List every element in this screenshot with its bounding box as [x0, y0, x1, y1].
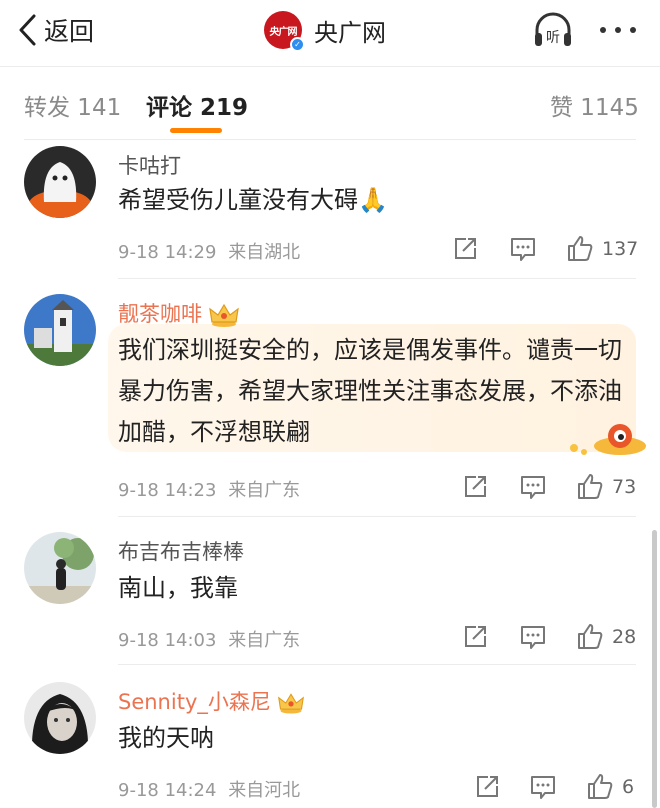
avatar[interactable] — [24, 532, 96, 604]
comment-location: 来自河北 — [228, 780, 301, 801]
top-nav-bar: 返回 央广网 ✓ 央广网 听 — [0, 0, 660, 64]
like-button[interactable] — [586, 772, 614, 804]
comment-location: 来自广东 — [228, 630, 301, 651]
comment-meta: 9-18 14:29 来自湖北 — [118, 238, 300, 264]
tab-reposts[interactable]: 转发 141 — [24, 88, 121, 122]
repost-button[interactable] — [474, 774, 500, 804]
person-tree-avatar — [24, 532, 96, 604]
ghost-pumpkin-avatar — [24, 146, 96, 218]
comment-meta: 9-18 14:03 来自广东 — [118, 626, 300, 652]
comment-text: 我们深圳挺安全的，应该是偶发事件。谴责一切暴力伤害，希望大家理性关注事态发展，不… — [118, 336, 622, 446]
repost-button[interactable] — [462, 474, 488, 504]
page-title: 央广网 — [314, 18, 386, 47]
crown-icon — [277, 693, 304, 714]
comment-username[interactable]: Sennity_小森尼 — [118, 686, 305, 716]
portrait-avatar — [24, 682, 96, 754]
repost-icon — [455, 238, 476, 259]
username-text: Sennity_小森尼 — [118, 690, 271, 714]
like-count: 28 — [612, 626, 637, 648]
like-count: 73 — [612, 476, 637, 498]
like-button[interactable] — [576, 472, 604, 504]
like-count: 137 — [602, 238, 639, 260]
tab-bar: 转发 141 评论 219 赞 1145 — [0, 68, 660, 138]
like-button[interactable] — [576, 622, 604, 654]
more-dot — [615, 27, 621, 33]
comment-location: 来自广东 — [228, 480, 301, 501]
more-dot — [600, 27, 606, 33]
more-button[interactable] — [596, 10, 640, 50]
repost-button[interactable] — [452, 236, 478, 266]
listen-button[interactable]: 听 — [532, 10, 574, 50]
comment-username[interactable]: 布吉布吉棒棒 — [118, 536, 244, 566]
comment-username[interactable]: 靓茶咖啡 — [118, 298, 240, 328]
tabs-divider — [24, 139, 636, 140]
comment-location: 来自湖北 — [228, 242, 301, 263]
crown-icon — [209, 303, 239, 327]
more-dot — [630, 27, 636, 33]
thumbs-up-icon — [578, 624, 603, 649]
comment-text: 南山，我靠 — [118, 574, 238, 602]
back-label: 返回 — [44, 17, 95, 46]
repost-button[interactable] — [462, 624, 488, 654]
bubble-mascot-icon — [570, 424, 646, 455]
avatar[interactable] — [24, 146, 96, 218]
back-button[interactable]: 返回 — [16, 10, 94, 50]
chevron-left-icon — [19, 14, 36, 46]
scrollbar[interactable] — [652, 530, 657, 808]
comment-icon — [511, 238, 535, 261]
username-text: 靓茶咖啡 — [118, 302, 202, 326]
thumbs-up-icon — [588, 774, 613, 799]
header-divider — [0, 66, 660, 67]
comment-divider — [118, 664, 636, 665]
comment-meta: 9-18 14:24 来自河北 — [118, 776, 300, 802]
comment-icon — [521, 626, 545, 649]
comment-text: 希望受伤儿童没有大碍🙏 — [118, 186, 388, 214]
logo-text: 央广网 — [269, 26, 298, 38]
active-tab-indicator — [170, 128, 222, 133]
thumbs-up-icon — [578, 474, 603, 499]
listen-label: 听 — [546, 30, 560, 46]
comment-button[interactable] — [510, 236, 536, 266]
comment-time: 9-18 14:23 — [118, 480, 217, 501]
comment-divider — [118, 278, 636, 279]
repost-icon — [465, 476, 486, 497]
comment-icon — [521, 476, 545, 499]
repost-icon — [477, 776, 498, 797]
comment-time: 9-18 14:29 — [118, 242, 217, 263]
building-avatar — [24, 294, 96, 366]
avatar[interactable] — [24, 294, 96, 366]
comment-meta: 9-18 14:23 来自广东 — [118, 476, 300, 502]
verified-badge-icon: ✓ — [290, 37, 305, 52]
like-count: 6 — [622, 776, 635, 798]
repost-icon — [465, 626, 486, 647]
headphones-icon: 听 — [535, 12, 571, 46]
comment-icon — [531, 776, 555, 799]
tab-likes[interactable]: 赞 1145 — [550, 88, 639, 122]
account-logo: 央广网 ✓ — [264, 11, 305, 52]
comment-button[interactable] — [520, 474, 546, 504]
like-button[interactable] — [566, 234, 594, 266]
tab-comments[interactable]: 评论 219 — [146, 88, 248, 122]
comment-time: 9-18 14:24 — [118, 780, 217, 801]
comment-button[interactable] — [520, 624, 546, 654]
comment-button[interactable] — [530, 774, 556, 804]
comment-time: 9-18 14:03 — [118, 630, 217, 651]
comment-divider — [118, 516, 636, 517]
comment-username[interactable]: 卡咕打 — [118, 150, 181, 180]
avatar[interactable] — [24, 682, 96, 754]
account-title[interactable]: 央广网 ✓ 央广网 — [264, 8, 386, 52]
thumbs-up-icon — [568, 236, 593, 261]
comment-text: 我的天呐 — [118, 724, 214, 752]
